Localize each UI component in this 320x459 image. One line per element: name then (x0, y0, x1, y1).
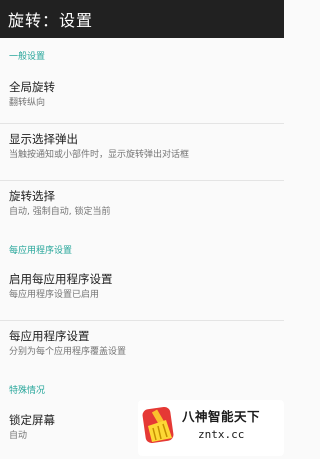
broom-logo-icon (142, 406, 174, 444)
pref-summary: 当触按通知或小部件时，显示旋转弹出对话框 (9, 150, 190, 160)
watermark-name: 八神智能天下 (182, 409, 261, 424)
app-bar: 旋转：设置 (0, 0, 284, 38)
pref-summary: 每应用程序设置已启用 (9, 290, 100, 300)
watermark: 八神智能天下 zntx.cc (138, 400, 284, 456)
section-header-per-app: 每应用程序设置 (9, 246, 73, 256)
section-header-general: 一般设置 (9, 51, 46, 62)
pref-show-chooser-popup[interactable]: 显示选择弹出 当触按通知或小部件时，显示旋转弹出对话框 (0, 124, 284, 181)
pref-title: 旋转选择 (9, 189, 55, 203)
pref-title: 全局旋转 (9, 80, 55, 94)
app-bar-title: 旋转：设置 (8, 11, 94, 30)
pref-per-app-settings[interactable]: 每应用程序设置 分别为每个应用程序覆盖设置 (0, 321, 284, 373)
pref-summary: 分别为每个应用程序覆盖设置 (9, 347, 127, 357)
watermark-url: zntx.cc (198, 428, 245, 441)
pref-global-rotation[interactable]: 全局旋转 翻转纵向 (0, 72, 284, 124)
pref-title: 每应用程序设置 (9, 329, 90, 343)
pref-summary: 自动, 强制自动, 锁定当前 (9, 207, 111, 217)
settings-list: 一般设置 全局旋转 翻转纵向 显示选择弹出 当触按通知或小部件时，显示旋转弹出对… (0, 38, 284, 455)
pref-enable-per-app[interactable]: 启用每应用程序设置 每应用程序设置已启用 (0, 264, 284, 321)
pref-summary: 翻转纵向 (9, 98, 46, 108)
pref-title: 显示选择弹出 (9, 132, 78, 146)
pref-rotation-choices[interactable]: 旋转选择 自动, 强制自动, 锁定当前 (0, 181, 284, 235)
pref-title: 启用每应用程序设置 (9, 272, 113, 286)
